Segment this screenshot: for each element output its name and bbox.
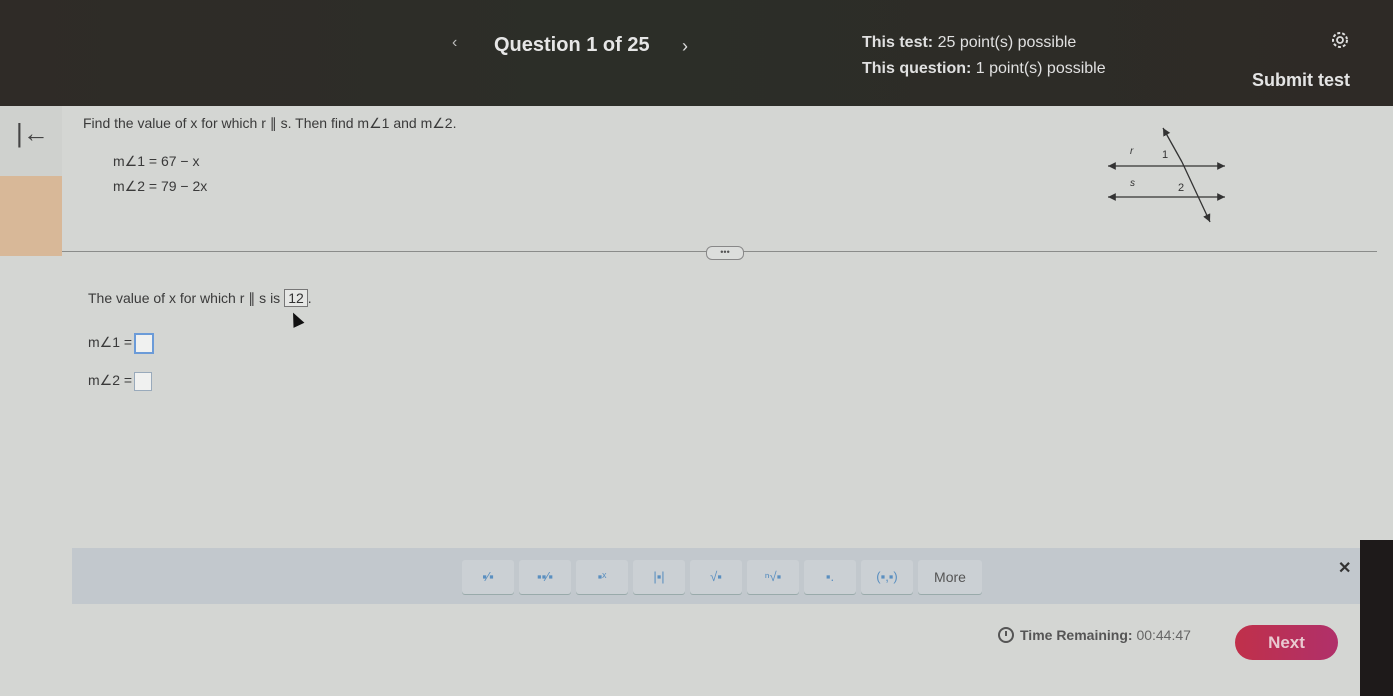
transversal <box>1181 161 1211 223</box>
mixed-number-tool-button[interactable]: ▪▪⁄▪ <box>519 560 571 594</box>
answer-x-suffix: . <box>307 290 312 306</box>
angle-1-input[interactable] <box>134 333 155 354</box>
ordered-pair-tool-button[interactable]: (▪,▪) <box>861 560 913 594</box>
parallel-lines-diagram: r s 1 2 <box>1108 127 1225 223</box>
gear-icon[interactable] <box>1330 30 1350 50</box>
fraction-tool-button[interactable]: ▪⁄▪ <box>462 560 514 594</box>
test-points-value: 25 point(s) possible <box>937 34 1077 51</box>
question-prompt: Find the value of x for which r ∥ s. The… <box>83 115 457 131</box>
nth-root-tool-button[interactable]: ⁿ√▪ <box>747 560 799 594</box>
label-r: r <box>1130 146 1134 157</box>
close-icon[interactable]: ✕ <box>1338 558 1351 578</box>
angle-2-input[interactable] <box>134 372 153 391</box>
label-s: s <box>1130 178 1135 189</box>
label-angle-1: 1 <box>1162 149 1168 161</box>
question-counter: Question 1 of 25 <box>494 34 650 56</box>
exponent-tool-button[interactable]: ▪ˣ <box>576 560 628 594</box>
equation-angle-2: m∠2 = 79 − 2x <box>113 178 208 194</box>
question-points-label: This question: <box>862 60 972 77</box>
math-toolbar: ▪⁄▪ ▪▪⁄▪ ▪ˣ |▪| √▪ ⁿ√▪ ▪. (▪,▪) More <box>72 548 1362 604</box>
timer-value: 00:44:47 <box>1136 627 1191 643</box>
time-remaining: Time Remaining: 00:44:47 <box>998 627 1191 643</box>
question-points: This question: 1 point(s) possible <box>862 60 1106 78</box>
screen-bezel <box>1360 540 1393 696</box>
submit-test-button[interactable]: Submit test <box>1252 70 1350 91</box>
angle-2-row: m∠2 = <box>88 372 153 391</box>
sidebar-accent <box>0 176 62 256</box>
more-tools-button[interactable]: More <box>918 560 982 594</box>
angle-1-row: m∠1 = <box>88 333 155 354</box>
test-points-label: This test: <box>862 34 934 51</box>
collapse-left-arrow-icon[interactable]: |← <box>16 118 49 149</box>
x-answer-input[interactable]: 12 <box>284 289 308 307</box>
square-root-tool-button[interactable]: √▪ <box>690 560 742 594</box>
top-bar: ‹ Question 1 of 25 › This test: 25 point… <box>0 0 1393 106</box>
equation-angle-1: m∠1 = 67 − x <box>113 153 200 169</box>
answer-x-line: The value of x for which r ∥ s is 12. <box>88 289 312 307</box>
mouse-cursor <box>287 310 305 328</box>
label-angle-2: 2 <box>1178 182 1184 194</box>
clock-icon <box>998 627 1014 643</box>
angle-2-label: m∠2 = <box>88 372 133 389</box>
chevron-right-icon[interactable]: › <box>670 32 700 62</box>
subscript-tool-button[interactable]: ▪. <box>804 560 856 594</box>
expand-more-button[interactable]: ••• <box>706 246 744 260</box>
absolute-value-tool-button[interactable]: |▪| <box>633 560 685 594</box>
next-button[interactable]: Next <box>1235 625 1338 660</box>
chevron-left-icon[interactable]: ‹ <box>452 34 457 52</box>
question-points-value: 1 point(s) possible <box>975 60 1106 77</box>
test-points: This test: 25 point(s) possible <box>862 34 1076 52</box>
timer-label: Time Remaining: <box>1020 627 1133 643</box>
angle-1-label: m∠1 = <box>88 334 133 351</box>
answer-x-prefix: The value of x for which r ∥ s is <box>88 290 281 306</box>
